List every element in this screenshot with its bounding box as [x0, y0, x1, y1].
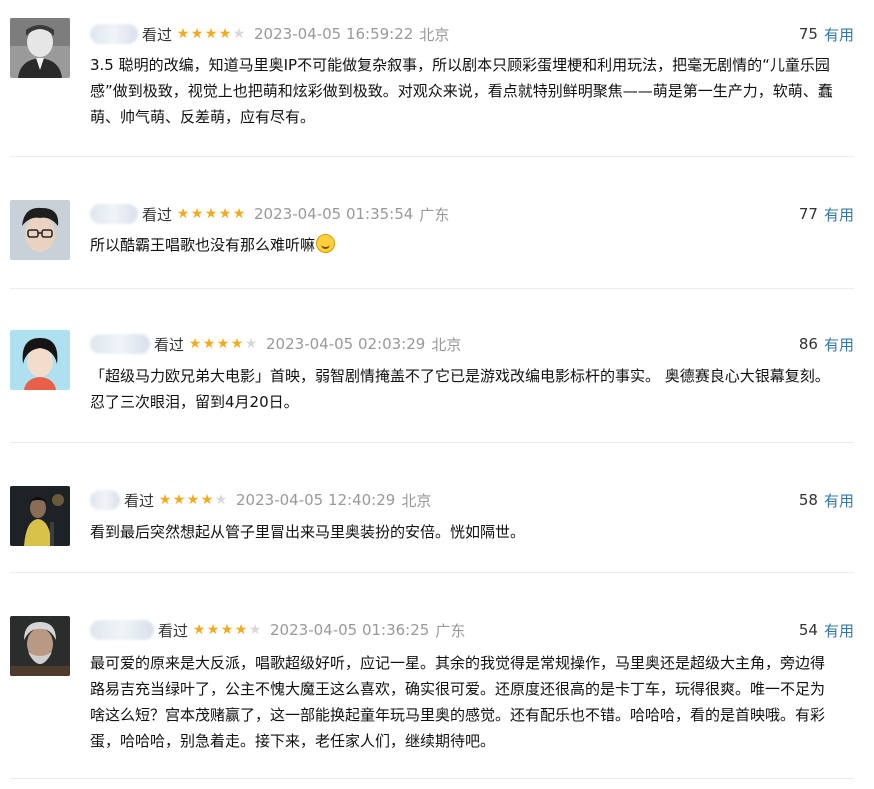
divider: [10, 572, 854, 573]
vote-area: 86 有用: [799, 332, 854, 356]
review-location: 广东: [435, 621, 466, 640]
star-icon: ★: [158, 492, 172, 508]
star-icon: ★: [186, 492, 200, 508]
review-time: 2023-04-05 16:59:22: [254, 25, 414, 43]
review-list: 看过 ★ ★ ★ ★ ★ 2023-04-05 16:59:22 北京 75 有…: [0, 0, 874, 789]
review-content-wrap: 所以酷霸王唱歌也没有那么难听嘛: [90, 232, 835, 258]
star-icon: ★: [234, 622, 248, 638]
vote-area: 58 有用: [799, 488, 854, 512]
blurred-username[interactable]: [90, 24, 138, 44]
star-icon: ★: [220, 622, 234, 638]
rating-stars: ★ ★ ★ ★ ★: [192, 623, 262, 637]
vote-count: 58: [798, 491, 818, 509]
blurred-username[interactable]: [90, 334, 150, 354]
vote-count: 75: [798, 25, 818, 43]
useful-button[interactable]: 有用: [824, 620, 854, 641]
rating-stars: ★ ★ ★ ★ ★: [176, 207, 246, 221]
star-icon: ★: [214, 492, 228, 508]
blurred-username[interactable]: [90, 490, 120, 510]
grinning-face-icon: [316, 234, 336, 253]
user-avatar[interactable]: [10, 200, 70, 260]
star-icon: ★: [176, 26, 190, 42]
star-icon: ★: [176, 206, 190, 222]
vote-count: 86: [798, 335, 818, 353]
watch-status: 看过: [154, 335, 185, 354]
review-content: 「超级马力欧兄弟大电影」首映，弱智剧情掩盖不了它已是游戏改编电影标杆的事实。 奥…: [90, 367, 830, 411]
star-icon: ★: [188, 336, 202, 352]
divider: [10, 442, 854, 443]
vote-area: 75 有用: [799, 22, 854, 46]
user-avatar[interactable]: [10, 616, 70, 676]
review-location: 北京: [419, 25, 450, 44]
vote-count: 54: [798, 621, 818, 639]
vote-area: 54 有用: [799, 618, 854, 642]
star-icon: ★: [204, 206, 218, 222]
star-icon: ★: [216, 336, 230, 352]
watch-status: 看过: [142, 25, 173, 44]
user-avatar[interactable]: [10, 330, 70, 390]
star-icon: ★: [248, 622, 262, 638]
star-icon: ★: [190, 206, 204, 222]
review-meta: 看过 ★ ★ ★ ★ ★ 2023-04-05 01:36:25 广东: [90, 618, 465, 642]
user-avatar[interactable]: [10, 486, 70, 546]
review-location: 北京: [401, 491, 432, 510]
rating-stars: ★ ★ ★ ★ ★: [188, 337, 258, 351]
star-icon: ★: [204, 26, 218, 42]
star-icon: ★: [232, 26, 246, 42]
vote-count: 77: [798, 205, 818, 223]
star-icon: ★: [190, 26, 204, 42]
star-icon: ★: [218, 26, 232, 42]
watch-status: 看过: [158, 621, 189, 640]
blurred-username[interactable]: [90, 204, 138, 224]
divider: [10, 288, 854, 289]
review-time: 2023-04-05 02:03:29: [266, 335, 426, 353]
star-icon: ★: [202, 336, 216, 352]
review-location: 广东: [419, 205, 450, 224]
review-content: 3.5 聪明的改编，知道马里奥IP不可能做复杂叙事，所以剧本只顾彩蛋埋梗和利用玩…: [90, 56, 833, 126]
star-icon: ★: [230, 336, 244, 352]
rating-stars: ★ ★ ★ ★ ★: [176, 27, 246, 41]
user-avatar[interactable]: [10, 18, 70, 78]
useful-button[interactable]: 有用: [824, 490, 854, 511]
review-time: 2023-04-05 12:40:29: [236, 491, 396, 509]
star-icon: ★: [192, 622, 206, 638]
star-icon: ★: [206, 622, 220, 638]
review-time: 2023-04-05 01:36:25: [270, 621, 430, 639]
divider: [10, 778, 854, 779]
review-meta: 看过 ★ ★ ★ ★ ★ 2023-04-05 01:35:54 广东: [90, 202, 449, 226]
star-icon: ★: [232, 206, 246, 222]
watch-status: 看过: [124, 491, 155, 510]
review-content: 看到最后突然想起从管子里冒出来马里奥装扮的安倍。恍如隔世。: [90, 523, 526, 541]
review-meta: 看过 ★ ★ ★ ★ ★ 2023-04-05 12:40:29 北京: [90, 488, 431, 512]
review-time: 2023-04-05 01:35:54: [254, 205, 414, 223]
review-content: 最可爱的原来是大反派，唱歌超级好听，应记一星。其余的我觉得是常规操作，马里奥还是…: [90, 654, 826, 750]
star-icon: ★: [200, 492, 214, 508]
watch-status: 看过: [142, 205, 173, 224]
review-content: 所以酷霸王唱歌也没有那么难听嘛: [90, 236, 316, 254]
divider: [10, 156, 854, 157]
review-location: 北京: [431, 335, 462, 354]
useful-button[interactable]: 有用: [824, 334, 854, 355]
star-icon: ★: [244, 336, 258, 352]
star-icon: ★: [172, 492, 186, 508]
useful-button[interactable]: 有用: [824, 24, 854, 45]
blurred-username[interactable]: [90, 620, 154, 640]
useful-button[interactable]: 有用: [824, 204, 854, 225]
vote-area: 77 有用: [799, 202, 854, 226]
rating-stars: ★ ★ ★ ★ ★: [158, 493, 228, 507]
review-meta: 看过 ★ ★ ★ ★ ★ 2023-04-05 02:03:29 北京: [90, 332, 461, 356]
star-icon: ★: [218, 206, 232, 222]
review-meta: 看过 ★ ★ ★ ★ ★ 2023-04-05 16:59:22 北京: [90, 22, 449, 46]
